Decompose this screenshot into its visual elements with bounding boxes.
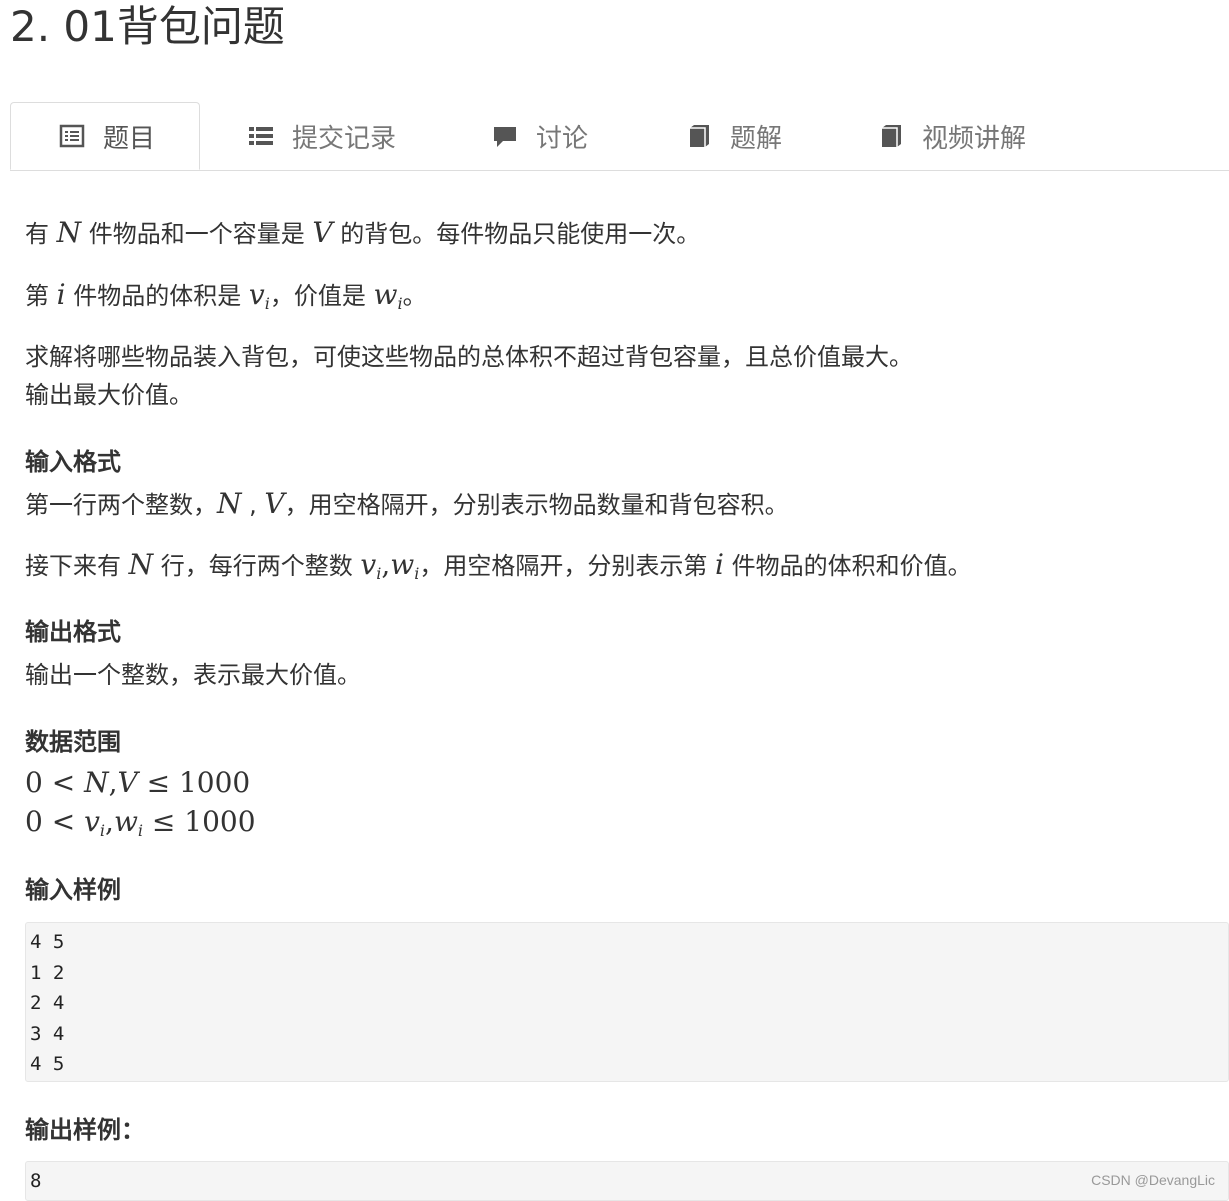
input-format-line-1: 第一行两个整数，N , V，用空格隔开，分别表示物品数量和背包容积。 bbox=[25, 487, 789, 520]
list-alt-icon bbox=[57, 121, 87, 151]
desc-paragraph-4: 输出最大价值。 bbox=[25, 381, 193, 409]
sample-input-heading: 输入样例 bbox=[25, 876, 121, 904]
output-format-heading: 输出格式 bbox=[25, 618, 121, 646]
desc-paragraph-2: 第 i 件物品的体积是 vi，价值是 wi。 bbox=[25, 278, 427, 313]
input-format-heading: 输入格式 bbox=[25, 448, 121, 476]
sample-output-heading: 输出样例： bbox=[25, 1116, 145, 1144]
data-range-line-2: 0 < vi,wi ≤ 1000 bbox=[25, 805, 256, 840]
tab-submissions[interactable]: 提交记录 bbox=[246, 102, 396, 170]
data-range-line-1: 0 < N,V ≤ 1000 bbox=[25, 766, 251, 799]
data-range-heading: 数据范围 bbox=[25, 728, 121, 756]
book-icon bbox=[684, 121, 714, 151]
code-line: 3 4 bbox=[30, 1022, 65, 1045]
problem-tabs: 题目 提交记录 讨论 题解 视频讲解 bbox=[10, 102, 1229, 171]
list-icon bbox=[246, 121, 276, 151]
desc-paragraph-3: 求解将哪些物品装入背包，可使这些物品的总体积不超过背包容量，且总价值最大。 bbox=[25, 343, 913, 371]
watermark: CSDN @DevangLic bbox=[1091, 1172, 1215, 1188]
tab-problem[interactable]: 题目 bbox=[10, 102, 200, 170]
tab-label: 题目 bbox=[103, 123, 156, 154]
code-line: 8 bbox=[30, 1170, 42, 1192]
comment-icon bbox=[490, 121, 520, 151]
sample-input-code[interactable]: 4 5 1 2 2 4 3 4 4 5 bbox=[25, 922, 1229, 1082]
tab-label: 视频讲解 bbox=[922, 123, 1027, 154]
code-line: 1 2 bbox=[30, 961, 65, 984]
tab-solutions[interactable]: 题解 bbox=[684, 102, 782, 170]
code-line: 2 4 bbox=[30, 992, 65, 1014]
code-line: 4 5 bbox=[30, 1053, 65, 1075]
sample-output-code[interactable]: 8 bbox=[25, 1161, 1229, 1201]
tab-label: 讨论 bbox=[536, 123, 589, 154]
tab-label: 提交记录 bbox=[292, 123, 397, 154]
page-title: 2. 01背包问题 bbox=[10, 2, 285, 51]
tab-discussion[interactable]: 讨论 bbox=[490, 102, 588, 170]
desc-paragraph-1: 有 N 件物品和一个容量是 V 的背包。每件物品只能使用一次。 bbox=[25, 216, 701, 249]
code-line: 4 5 bbox=[30, 931, 65, 953]
tab-video[interactable]: 视频讲解 bbox=[876, 102, 1026, 170]
tab-label: 题解 bbox=[730, 123, 783, 154]
input-format-line-2: 接下来有 N 行，每行两个整数 vi,wi，用空格隔开，分别表示第 i 件物品的… bbox=[25, 548, 972, 583]
output-format-line: 输出一个整数，表示最大价值。 bbox=[25, 661, 361, 689]
book-icon bbox=[876, 121, 906, 151]
